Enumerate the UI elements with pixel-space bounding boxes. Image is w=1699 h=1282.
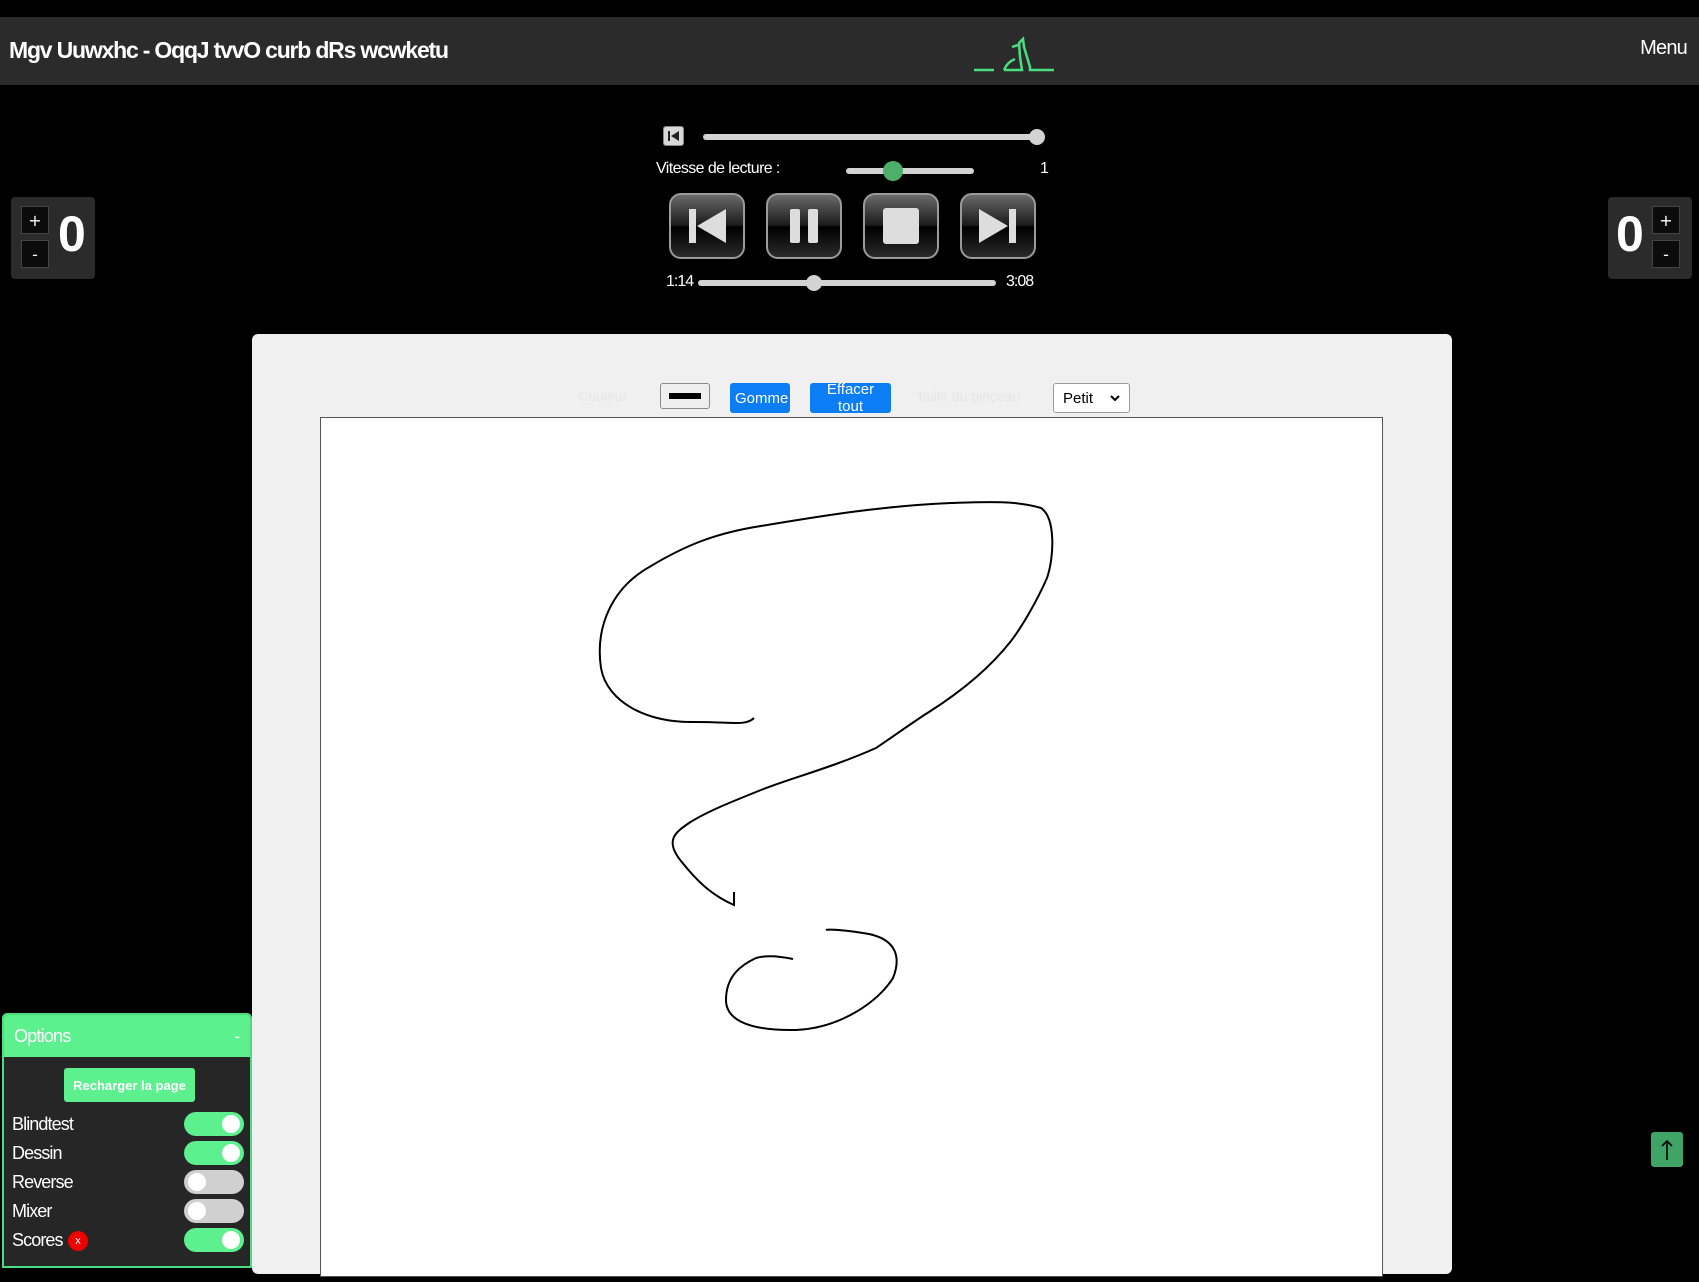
chevron-down-icon — [1110, 395, 1120, 402]
right-score-minus-button[interactable]: - — [1652, 240, 1680, 268]
total-time: 3:08 — [1006, 273, 1034, 290]
option-label: Blindtest — [12, 1114, 74, 1134]
page-title: Mgv Uuwxhc - OqqJ tvvO curb dRs wcwketu — [9, 37, 449, 63]
previous-button[interactable] — [669, 193, 745, 259]
speed-slider-thumb[interactable] — [883, 161, 903, 181]
next-icon — [979, 209, 1016, 243]
rewind-small-button[interactable] — [663, 126, 684, 146]
scores-toggle[interactable] — [184, 1228, 244, 1252]
scroll-top-button[interactable] — [1651, 1132, 1683, 1167]
toggle-knob — [222, 1115, 240, 1133]
right-score-plus-button[interactable]: + — [1652, 206, 1680, 234]
speed-label: Vitesse de lecture : — [656, 160, 780, 177]
toggle-knob — [222, 1144, 240, 1162]
option-label: Mixer — [12, 1201, 52, 1221]
color-label: Couleur — [578, 388, 628, 404]
option-row-blindtest: Blindtest — [12, 1112, 248, 1138]
left-score-plus-button[interactable]: + — [21, 206, 49, 234]
skip-back-icon — [668, 131, 679, 141]
logo-icon[interactable] — [972, 25, 1058, 77]
right-score-value: 0 — [1616, 206, 1644, 262]
volume-slider-thumb[interactable] — [1029, 129, 1045, 145]
arrow-up-icon — [1661, 1139, 1673, 1160]
toggle-knob — [222, 1231, 240, 1249]
dessin-toggle[interactable] — [184, 1141, 244, 1165]
brush-size-value: Petit — [1063, 389, 1094, 407]
option-row-dessin: Dessin — [12, 1141, 248, 1167]
options-title: Options — [14, 1025, 71, 1046]
speed-slider-track[interactable] — [846, 168, 974, 174]
toggle-knob — [188, 1173, 206, 1191]
brush-size-select[interactable]: Petit — [1053, 383, 1130, 413]
drawing-canvas[interactable] — [320, 417, 1383, 1277]
color-picker[interactable] — [660, 383, 710, 409]
volume-slider-track[interactable] — [703, 134, 1043, 140]
option-label: Scores — [12, 1230, 64, 1250]
option-label: Reverse — [12, 1172, 74, 1192]
left-score-value: 0 — [58, 206, 86, 262]
eraser-button[interactable]: Gomme — [730, 383, 790, 413]
previous-icon — [689, 209, 726, 243]
next-button[interactable] — [960, 193, 1036, 259]
clear-all-button[interactable]: Effacer tout — [810, 381, 891, 415]
option-row-reverse: Reverse — [12, 1170, 248, 1196]
pause-button[interactable] — [766, 193, 842, 259]
option-row-mixer: Mixer — [12, 1199, 248, 1225]
current-time: 1:14 — [666, 273, 694, 290]
mixer-toggle[interactable] — [184, 1199, 244, 1223]
right-score-box: 0 + - — [1608, 197, 1692, 279]
scores-reset-button[interactable]: x — [68, 1231, 88, 1251]
reverse-toggle[interactable] — [184, 1170, 244, 1194]
options-panel: Options - Recharger la page Blindtest Des… — [2, 1013, 252, 1268]
progress-slider-track[interactable] — [698, 280, 996, 286]
pause-icon — [790, 209, 818, 243]
speed-value: 1 — [1040, 160, 1049, 177]
stop-icon — [883, 208, 919, 244]
menu-link[interactable]: Menu — [1640, 37, 1688, 60]
progress-slider-thumb[interactable] — [806, 275, 823, 291]
blindtest-toggle[interactable] — [184, 1112, 244, 1136]
drawing-strokes — [598, 501, 1054, 1032]
brush-size-label: Taille du pinceau — [916, 388, 1021, 404]
top-bar: Mgv Uuwxhc - OqqJ tvvO curb dRs wcwketu … — [0, 17, 1699, 85]
options-header[interactable]: Options - — [4, 1015, 250, 1057]
option-row-scores: Scores x — [12, 1228, 248, 1254]
stop-button[interactable] — [863, 193, 939, 259]
toggle-knob — [188, 1202, 206, 1220]
reload-button[interactable]: Recharger la page — [64, 1068, 195, 1102]
options-collapse-button[interactable]: - — [234, 1027, 240, 1046]
option-label: Dessin — [12, 1143, 63, 1163]
left-score-minus-button[interactable]: - — [21, 240, 49, 268]
left-score-box: + - 0 — [11, 197, 95, 279]
